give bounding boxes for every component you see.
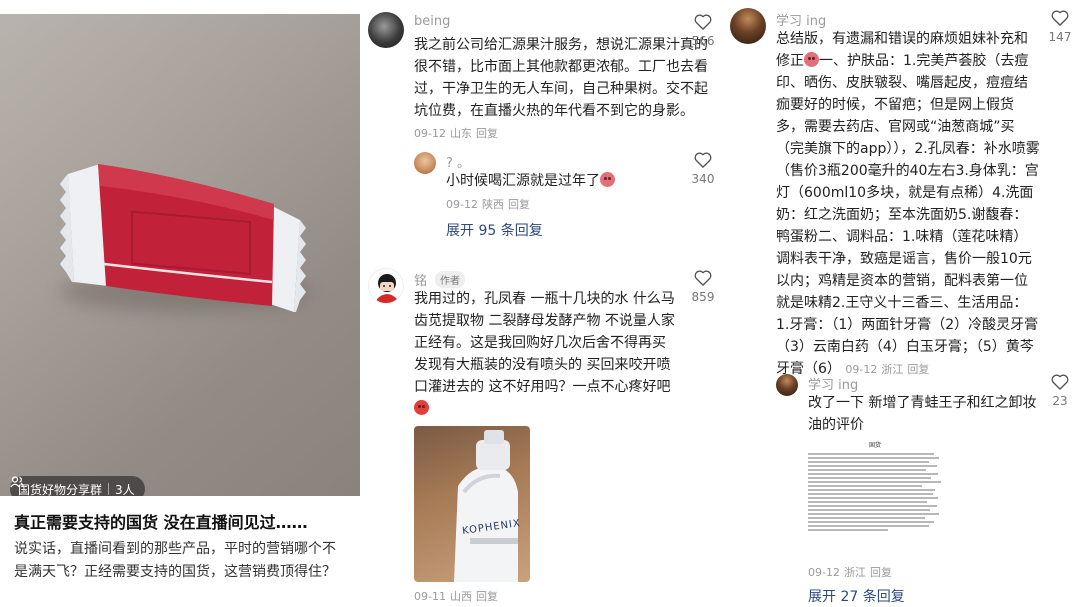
reply-button[interactable]: 回复 [907,363,929,376]
comment-meta: 09-12 山东 回复 [414,127,498,140]
reply-meta: 09-12 浙江 回复 [808,564,892,580]
comment-text: 总结版，有遗漏和错误的麻烦姐妹补充和修正 一、护肤品：1.完美芦荟胶（去痘印、晒伤… [776,28,1040,381]
heart-outline-icon [694,270,712,286]
like-count: 340 [691,172,715,186]
like-count: 23 [1052,394,1068,408]
heart-outline-icon [1051,10,1069,26]
avatar[interactable] [368,268,404,304]
comment-username[interactable]: 铭作者 [414,270,466,289]
like-button[interactable]: 340 [688,152,718,186]
reply-button[interactable]: 回复 [476,127,498,140]
snack-wrapper-illustration [60,164,306,312]
heart-outline-icon [1051,374,1069,390]
comment-location: 山东 [449,127,472,140]
comment-text: 我之前公司给汇源果汁服务，想说汇源果汁真的很不错，比市面上其他款都更浓郁。工厂也… [414,34,712,145]
comment-body: 我之前公司给汇源果汁服务，想说汇源果汁真的很不错，比市面上其他款都更浓郁。工厂也… [414,37,708,119]
top-strip [0,0,360,6]
comment-text: 我用过的，孔凤春 一瓶十几块的水 什么马齿苋提取物 二裂酵母发酵产物 不说量人家… [414,288,676,420]
like-count: 147 [1048,30,1072,44]
group-chat-badge[interactable]: 国货好物分享群 3人 [10,476,145,496]
reply-location: 陕西 [481,198,504,211]
reply-button[interactable]: 回复 [508,198,530,211]
comment-date: 09-12 [414,127,446,140]
comment-username-text: 铭 [414,274,428,289]
heart-outline-icon [694,14,712,30]
post-photo[interactable]: 国货好物分享群 3人 [0,14,360,496]
like-button[interactable]: 147 [1045,10,1075,44]
reply-date: 09-12 [808,566,840,579]
comment-username[interactable]: being [414,14,450,29]
like-count: 566 [691,34,715,48]
pig-emoji-icon [600,172,615,187]
reply-username[interactable]: ? 。 [446,152,470,171]
reply-body: 小时候喝汇源就是过年了 [446,173,600,189]
group-name: 国货好物分享群 [18,482,103,497]
pig-emoji-icon [804,52,819,67]
comment-meta: 09-11 山西 回复 [414,588,498,604]
post-title: 真正需要支持的国货 没在直播间见过…… [14,513,308,532]
comment-date: 09-11 [414,590,446,603]
comment-image[interactable]: KOPHENIX [414,426,530,582]
reply-date: 09-12 [446,198,478,211]
comments-panel-middle: being 我之前公司给汇源果汁服务，想说汇源果汁真的很不错，比市面上其他款都更… [362,0,724,607]
post-panel: 国货好物分享群 3人 真正需要支持的国货 没在直播间见过…… 说实话，直播间看到… [0,0,360,607]
comment-username[interactable]: 学习 ing [776,10,826,29]
post-body: 说实话，直播间看到的那些产品，平时的营销哪个不是满天飞？正经需要支持的国货，这营… [14,541,336,580]
comments-panel-right: 学习 ing 总结版，有遗漏和错误的麻烦姐妹补充和修正 一、护肤品：1.完美芦荟胶… [726,0,1080,607]
comment-location: 浙江 [881,363,904,376]
reply-meta: 09-12 陕西 回复 [446,196,530,212]
avatar[interactable] [414,152,436,174]
like-button[interactable]: 23 [1045,374,1075,408]
comment-location: 山西 [449,590,472,603]
document-image[interactable]: 国货 [808,440,942,560]
group-icon [10,476,24,488]
group-count: 3人 [115,482,135,497]
reply-text: 改了一下 新增了青蛙王子和红之卸妆油的评价 [808,395,1037,433]
document-title: 国货 [868,442,881,449]
reply-location: 浙江 [843,566,866,579]
reply-button[interactable]: 回复 [476,590,498,603]
heart-outline-icon [694,152,712,168]
like-button[interactable]: 859 [688,270,718,304]
comment-body-list: 一、护肤品：1.完美芦荟胶（去痘印、晒伤、皮肤皲裂、嘴唇起皮，痘痘结痂要好的时候… [776,53,1040,377]
avatar[interactable] [730,8,766,44]
reply-text: 小时候喝汇源就是过年了 [446,170,686,192]
comment-body: 我用过的，孔凤春 一瓶十几块的水 什么马齿苋提取物 二裂酵母发酵产物 不说量人家… [414,291,675,395]
angry-emoji-icon [414,400,429,415]
reply-username[interactable]: 学习 ing [808,374,858,393]
expand-replies-link[interactable]: 展开 95 条回复 [446,220,543,240]
avatar[interactable] [776,374,798,396]
avatar[interactable] [368,12,404,48]
reply-button[interactable]: 回复 [870,566,892,579]
like-button[interactable]: 566 [688,14,718,48]
expand-replies-link[interactable]: 展开 27 条回复 [808,586,905,606]
author-badge: 作者 [435,271,466,288]
like-count: 859 [691,290,715,304]
